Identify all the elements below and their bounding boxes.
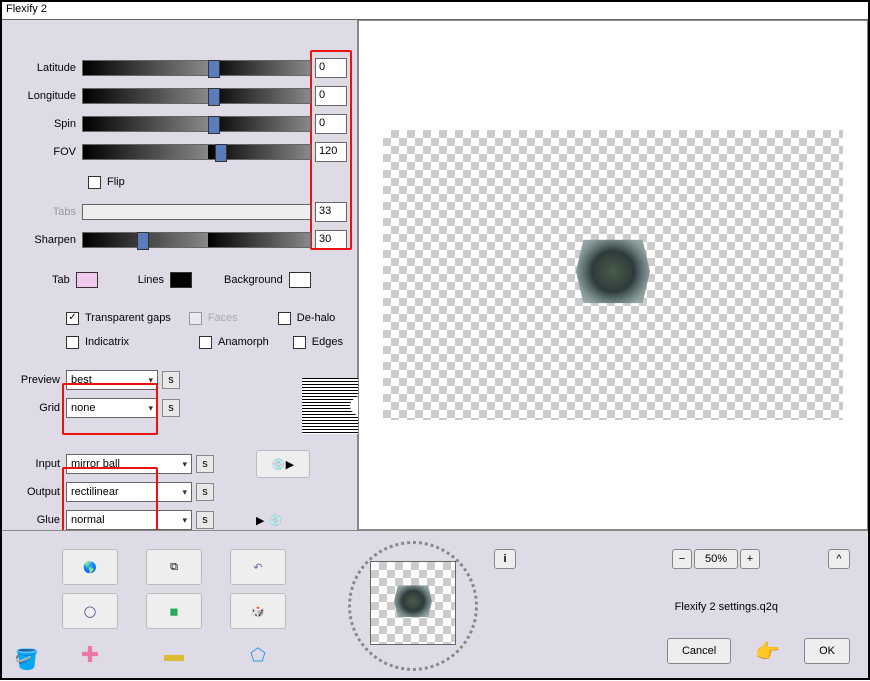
edges-checkbox[interactable] [293,336,306,349]
undo-icon: ↶ [253,561,262,574]
brick-button[interactable]: ▬ [146,637,202,673]
indicatrix-label: Indicatrix [85,336,129,348]
longitude-slider[interactable] [82,88,311,104]
glue-select-label: Glue [8,514,66,526]
indicatrix-checkbox[interactable] [66,336,79,349]
slider-thumb[interactable] [208,60,220,78]
mini-preview-image [394,583,432,619]
edges-label: Edges [312,336,343,348]
cancel-button[interactable]: Cancel [667,638,731,664]
circle-icon-button[interactable]: ◯ [62,593,118,629]
lines-color-label: Lines [138,274,164,286]
plus-icon: ✚ [81,642,99,668]
preview-select-label: Preview [8,374,66,386]
controls-panel: Latitude 0 Longitude 0 Spin 0 FOV [2,20,358,530]
spin-slider[interactable] [82,116,311,132]
preview-s-button[interactable]: s [162,371,180,389]
anamorph-label: Anamorph [218,336,269,348]
preview-canvas[interactable] [383,130,843,420]
sharpen-label: Sharpen [2,234,82,246]
mini-preview[interactable] [370,561,456,645]
dehalo-label: De-halo [297,312,336,324]
hand-pointer-icon: 👉 [755,639,780,664]
lines-color-swatch[interactable] [170,272,192,288]
input-s-button[interactable]: s [196,455,214,473]
slider-thumb[interactable] [137,232,149,250]
slider-thumb[interactable] [208,116,220,134]
disc-icon: 💿 [268,514,282,527]
chevron-down-icon: ▾ [182,515,187,526]
tabs-label: Tabs [2,206,82,218]
zoom-value[interactable]: 50% [694,549,738,569]
play-icon: ▶ [256,514,264,527]
ok-button[interactable]: OK [804,638,850,664]
info-button[interactable]: i [494,549,516,569]
caret-up-icon: ^ [836,553,841,565]
glue-s-button[interactable]: s [196,511,214,529]
play-disc-button[interactable]: 💿▶ [256,450,310,478]
circle-icon: ◯ [84,605,96,618]
preview-image [576,235,650,307]
values-highlight-box [310,50,352,250]
faces-label: Faces [208,312,238,324]
dice-icon: 🎲 [251,605,265,618]
globe-icon-button[interactable]: 🌎 [62,549,118,585]
background-color-label: Background [224,274,283,286]
tab-color-label: Tab [52,274,70,286]
latitude-slider[interactable] [82,60,311,76]
faces-checkbox [189,312,202,325]
flip-label: Flip [107,176,125,188]
globe-icon: 🌎 [83,561,97,574]
chevron-down-icon: ▾ [182,459,187,470]
preview-panel [358,20,868,530]
preview-grid-highlight-box [62,383,158,435]
bottom-panel: 🌎 ⧉ ↶ ◯ ◼ 🎲 ✚ ▬ ⬠ 🪣 [2,530,868,678]
window-title: Flexify 2 [6,3,47,15]
tab-color-swatch[interactable] [76,272,98,288]
latitude-label: Latitude [2,62,82,74]
square-icon: ◼ [169,605,178,618]
transparent-gaps-label: Transparent gaps [85,312,171,324]
spin-label: Spin [2,118,82,130]
minus-icon: − [679,553,685,565]
flip-checkbox[interactable] [88,176,101,189]
undo-icon-button[interactable]: ↶ [230,549,286,585]
zoom-out-button[interactable]: − [672,549,692,569]
copy-icon-button[interactable]: ⧉ [146,549,202,585]
output-select-label: Output [8,486,66,498]
settings-file-label: Flexify 2 settings.q2q [675,601,778,613]
sharpen-slider[interactable] [82,232,311,248]
disc-play-icon: 💿▶ [272,458,294,471]
longitude-label: Longitude [2,90,82,102]
anamorph-checkbox[interactable] [199,336,212,349]
tabs-slider [82,204,311,220]
title-bar: Flexify 2 [2,2,868,20]
zoom-in-button[interactable]: + [740,549,760,569]
slider-thumb[interactable] [215,144,227,162]
play-disc-secondary[interactable]: ▶💿 [256,514,282,527]
chevron-down-icon: ▾ [182,487,187,498]
brick-icon: ▬ [164,644,184,667]
pentagon-icon: ⬠ [250,645,266,666]
grid-select-label: Grid [8,402,66,414]
caret-button[interactable]: ^ [828,549,850,569]
transparent-gaps-checkbox[interactable] [66,312,79,325]
dehalo-checkbox[interactable] [278,312,291,325]
output-s-button[interactable]: s [196,483,214,501]
slider-thumb[interactable] [208,88,220,106]
background-color-swatch[interactable] [289,272,311,288]
fov-slider[interactable] [82,144,311,160]
grid-s-button[interactable]: s [162,399,180,417]
paint-bucket-icon[interactable]: 🪣 [14,647,39,672]
plus-icon: + [747,553,753,565]
dice-icon-button[interactable]: 🎲 [230,593,286,629]
info-icon: i [503,553,506,565]
input-select-label: Input [8,458,66,470]
fov-label: FOV [2,146,82,158]
copy-icon: ⧉ [170,561,178,574]
square-icon-button[interactable]: ◼ [146,593,202,629]
pentagon-button[interactable]: ⬠ [230,637,286,673]
plus-pink-button[interactable]: ✚ [62,637,118,673]
